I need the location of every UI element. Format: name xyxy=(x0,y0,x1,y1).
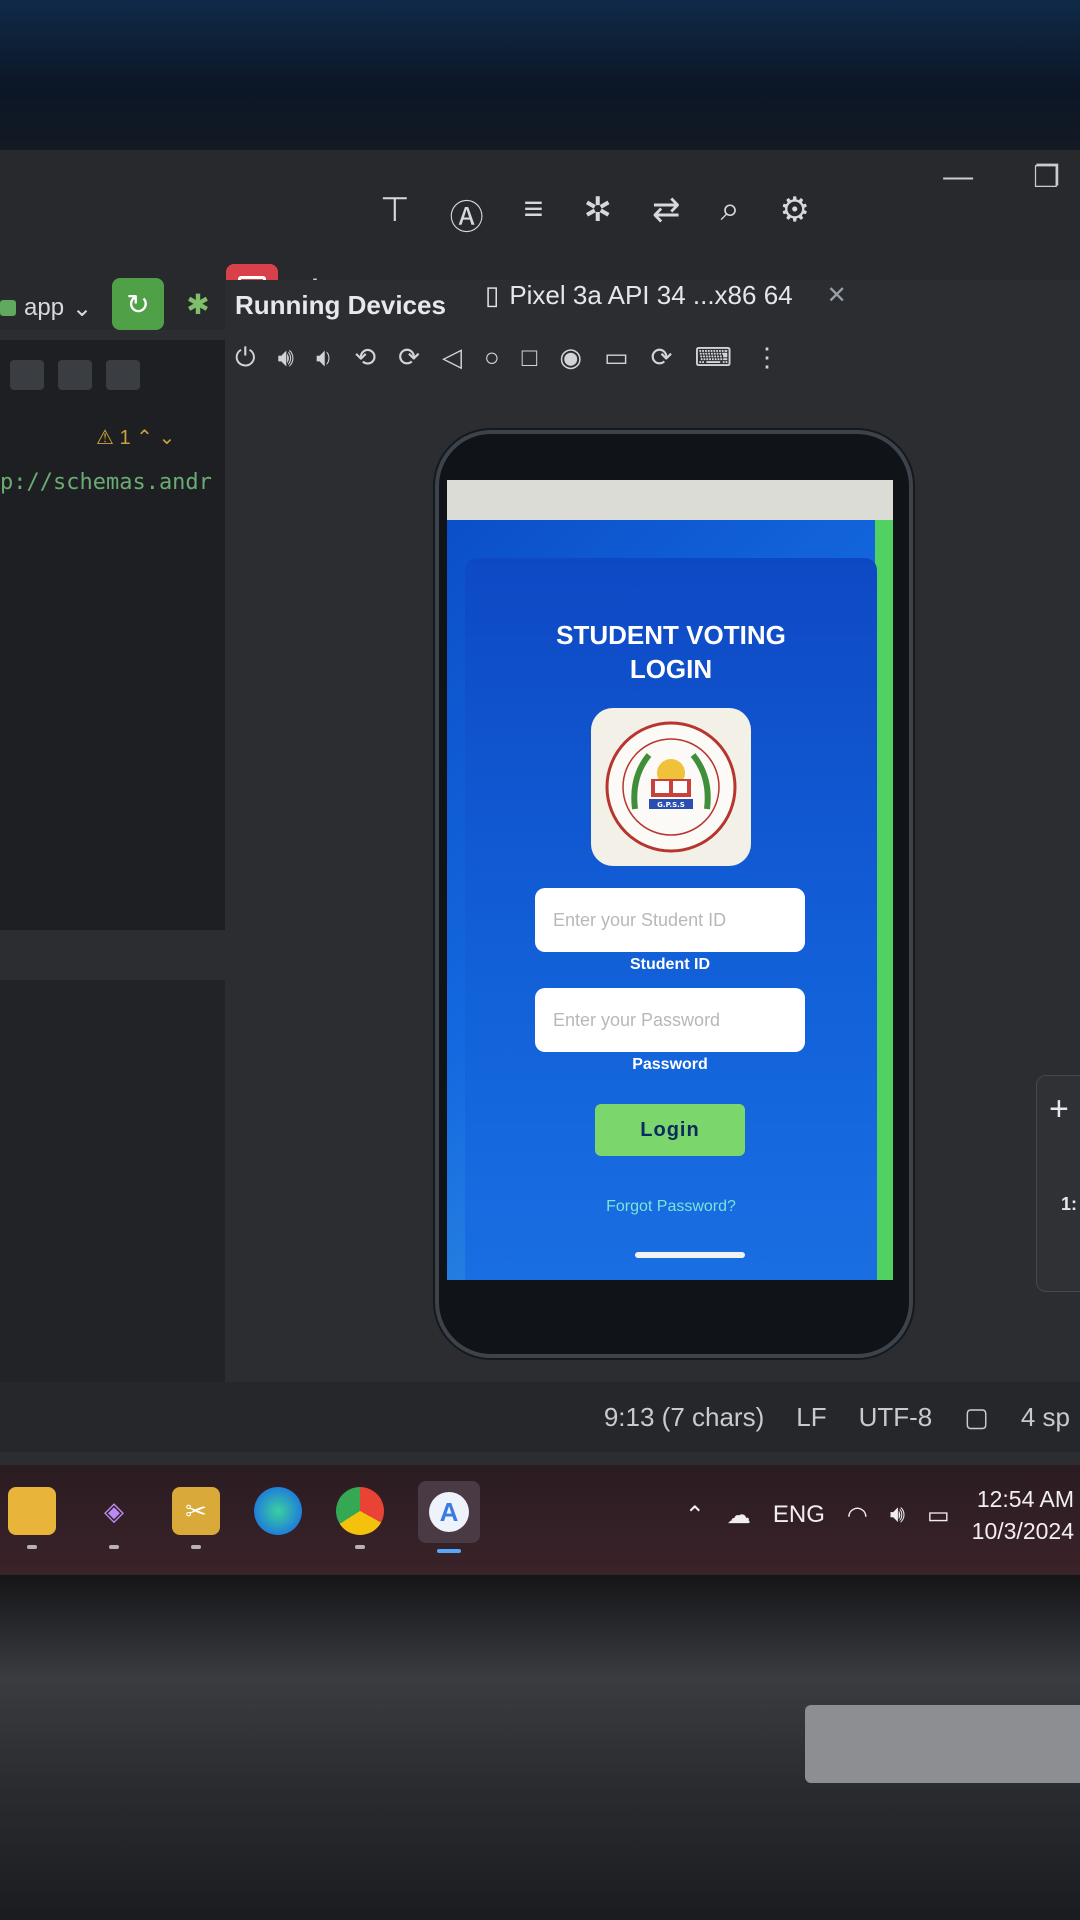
device-tab-label: Pixel 3a API 34 ...x86 64 xyxy=(509,280,793,310)
wifi-icon[interactable]: ◠ xyxy=(847,1501,868,1530)
code-view-icon[interactable] xyxy=(10,360,44,390)
screenshot-icon[interactable]: ◉ xyxy=(559,342,582,374)
rotate-left-icon[interactable]: ⟲ xyxy=(354,342,376,374)
volume-down-icon[interactable]: 🔉︎ xyxy=(316,342,332,374)
run-configuration-label: app xyxy=(24,294,65,321)
school-logo: G.P.S.S xyxy=(591,708,751,866)
bug-icon: ✱ xyxy=(186,288,210,320)
run-configuration-selector[interactable]: app ⌄ xyxy=(0,290,92,326)
readonly-toggle-icon[interactable]: ▢ xyxy=(964,1402,989,1433)
editor-divider xyxy=(0,930,225,980)
title-line-2: LOGIN xyxy=(629,654,713,684)
title-line-1: STUDENT VOTING xyxy=(556,620,786,650)
onedrive-icon[interactable]: ☁ xyxy=(727,1501,751,1530)
minimize-icon[interactable]: — xyxy=(943,160,973,195)
zoom-ratio[interactable]: 1: xyxy=(1061,1194,1077,1215)
indent-setting[interactable]: 4 sp xyxy=(1021,1402,1070,1433)
windows-taskbar: ◈ ✂ A ⌃ ☁ ENG ◠ 🔊︎ ▭ 12:54 AM 10/3/2024 xyxy=(0,1465,1080,1575)
password-label: Password xyxy=(632,1056,708,1073)
phone-icon: ▯ xyxy=(485,280,500,310)
language-indicator[interactable]: ENG xyxy=(773,1501,825,1529)
laptop-hinge-panel xyxy=(805,1705,1080,1783)
code-editor-pane: ⚠ 1 ⌃ ⌄ p://schemas.andr xyxy=(0,340,225,1420)
device-bug-icon[interactable]: ✲ xyxy=(583,190,612,239)
page-title: STUDENT VOTING LOGIN xyxy=(465,618,877,686)
logcat-icon[interactable]: ≡ xyxy=(524,190,544,239)
student-id-field[interactable] xyxy=(535,888,805,952)
green-accent-edge xyxy=(875,520,893,1280)
cursor-position[interactable]: 9:13 (7 chars) xyxy=(604,1402,764,1433)
visual-studio-icon[interactable]: ◈ xyxy=(90,1487,138,1549)
app-module-icon xyxy=(0,300,16,316)
back-icon[interactable]: ◁ xyxy=(442,342,462,374)
more-icon[interactable]: ⋮ xyxy=(754,342,780,374)
file-encoding[interactable]: UTF-8 xyxy=(859,1402,933,1433)
device-tab[interactable]: ▯ Pixel 3a API 34 ...x86 64 ✕ xyxy=(485,280,847,311)
editor-lower-area xyxy=(0,980,225,1420)
restore-icon[interactable]: ❐ xyxy=(1033,160,1060,195)
school-seal-icon: G.P.S.S xyxy=(605,721,737,853)
line-ending[interactable]: LF xyxy=(796,1402,826,1433)
debug-button[interactable]: ✱ xyxy=(172,278,224,330)
chevron-up-icon[interactable]: ⌃ xyxy=(685,1501,705,1530)
forgot-password-link[interactable]: Forgot Password? xyxy=(465,1198,877,1216)
rerun-button[interactable]: ↻ xyxy=(112,278,164,330)
snapshot-icon[interactable]: ⟳ xyxy=(651,342,673,374)
password-input[interactable] xyxy=(551,1008,789,1032)
warning-count: 1 xyxy=(119,427,131,449)
overview-icon[interactable]: □ xyxy=(522,342,538,374)
window-controls: — ❐ xyxy=(943,160,1060,195)
taskbar-apps: ◈ ✂ A xyxy=(0,1481,480,1553)
translate-icon[interactable]: Ⓐ xyxy=(450,190,484,239)
student-id-input[interactable] xyxy=(551,908,789,932)
layout-inspector-icon[interactable]: ⊤ xyxy=(380,190,410,239)
sync-icon[interactable]: ⇄ xyxy=(652,190,681,239)
speaker-icon[interactable]: 🔊︎ xyxy=(890,1501,905,1529)
emulator-toolbar: ⏻ 🔊︎ 🔉︎ ⟲ ⟳ ◁ ○ □ ◉ ▭ ⟳ ⌨ ⋮ xyxy=(235,342,780,374)
android-studio-icon[interactable]: A xyxy=(418,1481,480,1553)
ide-status-bar: 9:13 (7 chars) LF UTF-8 ▢ 4 sp xyxy=(0,1382,1080,1452)
edge-icon[interactable] xyxy=(254,1487,302,1535)
login-card: STUDENT VOTING LOGIN G.P.S.S Student ID xyxy=(465,558,877,1280)
chrome-icon[interactable] xyxy=(336,1487,384,1549)
clock-time: 12:54 AM xyxy=(976,1486,1074,1512)
design-view-icon[interactable] xyxy=(106,360,140,390)
warning-indicator[interactable]: ⚠ 1 ⌃ ⌄ xyxy=(96,425,175,450)
volume-up-icon[interactable]: 🔊︎ xyxy=(278,342,294,374)
student-id-label: Student ID xyxy=(630,956,710,973)
screen-record-icon[interactable]: ▭ xyxy=(604,342,629,374)
rotate-right-icon[interactable]: ⟳ xyxy=(398,342,420,374)
logo-text: G.P.S.S xyxy=(657,801,685,809)
clock[interactable]: 12:54 AM 10/3/2024 xyxy=(972,1483,1074,1547)
power-icon[interactable]: ⏻ xyxy=(235,342,256,374)
code-line: p://schemas.andr xyxy=(0,470,212,495)
rerun-icon: ↻ xyxy=(126,288,150,320)
login-button[interactable]: Login xyxy=(595,1104,745,1156)
panel-title: Running Devices xyxy=(235,290,446,320)
close-icon[interactable]: ✕ xyxy=(827,281,847,310)
extended-controls-icon[interactable]: ⌨ xyxy=(694,342,732,374)
clock-date: 10/3/2024 xyxy=(971,1518,1074,1544)
split-view-icon[interactable] xyxy=(58,360,92,390)
ide-tool-icons: ⊤ Ⓐ ≡ ✲ ⇄ ⌕ ⚙ xyxy=(380,190,810,239)
password-field[interactable] xyxy=(535,988,805,1052)
android-studio-logo-icon: A xyxy=(429,1492,469,1532)
settings-icon[interactable]: ⚙ xyxy=(780,190,810,239)
file-explorer-icon[interactable] xyxy=(8,1487,56,1549)
editor-view-toggle xyxy=(0,340,225,410)
chevron-down-icon: ⌄ xyxy=(72,294,93,322)
phone-screen: STUDENT VOTING LOGIN G.P.S.S Student ID xyxy=(447,480,893,1280)
laptop-bezel-top xyxy=(0,0,1080,150)
search-icon[interactable]: ⌕ xyxy=(720,190,739,239)
battery-icon[interactable]: ▭ xyxy=(927,1501,950,1530)
phone-home-indicator[interactable] xyxy=(635,1252,745,1258)
zoom-controls: + 1: xyxy=(1036,1075,1080,1292)
home-icon[interactable]: ○ xyxy=(484,342,500,374)
zoom-in-icon[interactable]: + xyxy=(1049,1090,1069,1129)
tool-app-icon[interactable]: ✂ xyxy=(172,1487,220,1549)
system-tray: ⌃ ☁ ENG ◠ 🔊︎ ▭ 12:54 AM 10/3/2024 xyxy=(685,1483,1074,1547)
phone-status-bar xyxy=(447,480,893,520)
